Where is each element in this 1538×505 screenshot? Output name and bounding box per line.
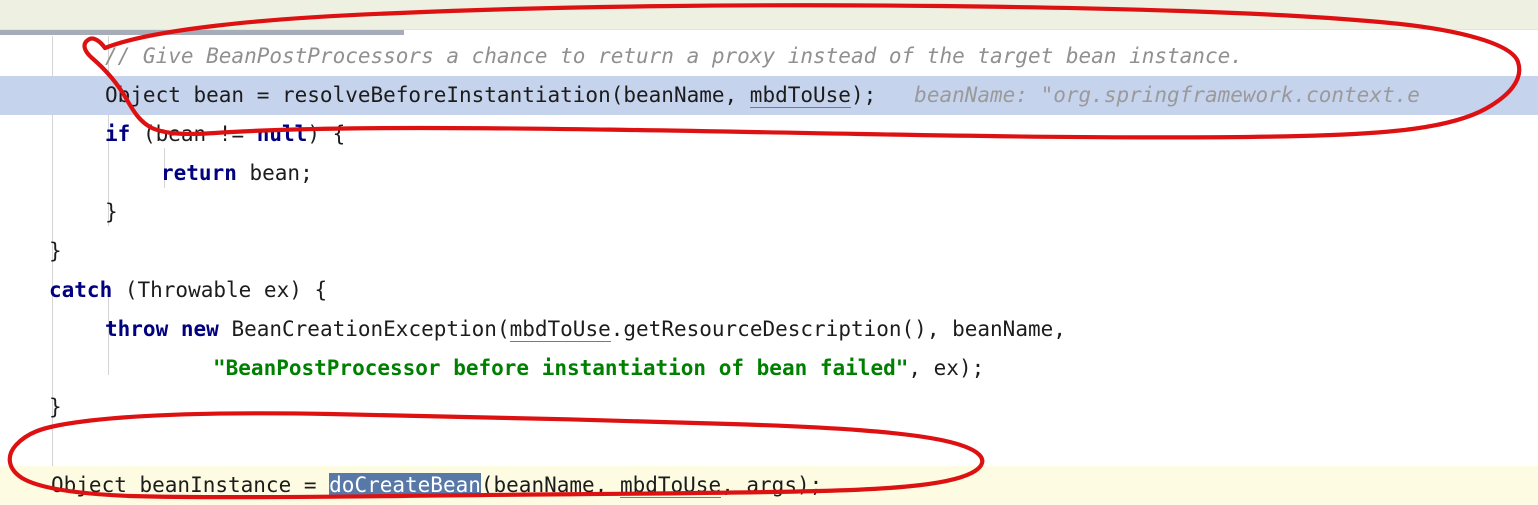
line-string-literal[interactable]: "BeanPostProcessor before instantiation … <box>0 349 1538 388</box>
line-catch-throwable-text: catch (Throwable ex) { <box>49 271 327 310</box>
line-do-create-bean[interactable]: Object beanInstance = doCreateBean(beanN… <box>0 466 1538 505</box>
line-close-catch-seg-0: } <box>49 395 62 419</box>
line-throw-bean-creation-exception[interactable]: throw new BeanCreationException(mbdToUse… <box>0 310 1538 349</box>
line-do-create-bean-seg-1[interactable]: doCreateBean <box>329 473 481 497</box>
line-catch-throwable-seg-1: (Throwable ex) { <box>112 278 328 302</box>
line-close-if[interactable]: } <box>0 193 1538 232</box>
line-catch-throwable-seg-0: catch <box>49 278 113 302</box>
line-do-create-bean-seg-3: mbdToUse <box>619 473 722 498</box>
line-close-catch[interactable]: } <box>0 388 1538 427</box>
line-string-literal-seg-0: "BeanPostProcessor before instantiation … <box>213 356 909 380</box>
line-close-if-text: } <box>105 193 118 232</box>
line-return-bean-seg-1: bean; <box>236 161 313 185</box>
line-throw-bean-creation-exception-seg-1: BeanCreationException( <box>218 317 510 341</box>
line-close-catch-text: } <box>49 388 62 427</box>
line-resolve-before-instantiation-seg-0: Object bean = resolveBeforeInstantiation… <box>105 83 750 107</box>
code-editor-viewport[interactable]: // Give BeanPostProcessors a chance to r… <box>0 0 1538 505</box>
line-return-bean[interactable]: return bean; <box>0 154 1538 193</box>
line-throw-bean-creation-exception-seg-0: throw new <box>105 317 219 341</box>
line-resolve-before-instantiation-text: Object bean = resolveBeforeInstantiation… <box>105 76 1420 115</box>
horizontal-scrollbar-thumb[interactable] <box>0 30 404 35</box>
line-do-create-bean-text: Object beanInstance = doCreateBean(beanN… <box>51 466 822 505</box>
line-if-bean-not-null-seg-3: ) { <box>307 122 346 146</box>
line-if-bean-not-null-seg-1: (bean != <box>130 122 257 146</box>
line-comment-text: // Give BeanPostProcessors a chance to r… <box>105 37 1243 76</box>
line-close-try[interactable]: } <box>0 232 1538 271</box>
line-resolve-before-instantiation-seg-3: beanName: "org.springframework.context.e <box>876 83 1420 107</box>
line-do-create-bean-seg-0: Object beanInstance = <box>51 473 330 497</box>
line-throw-bean-creation-exception-text: throw new BeanCreationException(mbdToUse… <box>105 310 1066 349</box>
line-throw-bean-creation-exception-seg-3: .getResourceDescription(), beanName, <box>610 317 1066 341</box>
line-resolve-before-instantiation-seg-2: ); <box>850 83 877 107</box>
line-return-bean-seg-0: return <box>161 161 237 185</box>
line-catch-throwable[interactable]: catch (Throwable ex) { <box>0 271 1538 310</box>
line-do-create-bean-seg-4: , args); <box>721 473 823 497</box>
line-close-if-seg-0: } <box>105 200 118 224</box>
line-throw-bean-creation-exception-seg-2: mbdToUse <box>509 317 611 342</box>
line-resolve-before-instantiation-seg-1: mbdToUse <box>749 83 851 108</box>
line-if-bean-not-null-text: if (bean != null) { <box>105 115 345 154</box>
editor-top-band <box>0 0 1538 30</box>
line-comment-seg-0: // Give BeanPostProcessors a chance to r… <box>105 44 1243 68</box>
line-if-bean-not-null[interactable]: if (bean != null) { <box>0 115 1538 154</box>
line-if-bean-not-null-seg-2: null <box>256 122 308 146</box>
line-comment[interactable]: // Give BeanPostProcessors a chance to r… <box>0 37 1538 76</box>
line-resolve-before-instantiation[interactable]: Object bean = resolveBeforeInstantiation… <box>0 76 1538 115</box>
line-string-literal-seg-1: , ex); <box>908 356 985 380</box>
line-close-try-text: } <box>49 232 62 271</box>
line-if-bean-not-null-seg-0: if <box>105 122 131 146</box>
line-blank[interactable] <box>0 427 1538 466</box>
line-return-bean-text: return bean; <box>161 154 313 193</box>
line-do-create-bean-seg-2: (beanName, <box>480 473 620 497</box>
line-string-literal-text: "BeanPostProcessor before instantiation … <box>213 349 984 388</box>
line-close-try-seg-0: } <box>49 239 62 263</box>
